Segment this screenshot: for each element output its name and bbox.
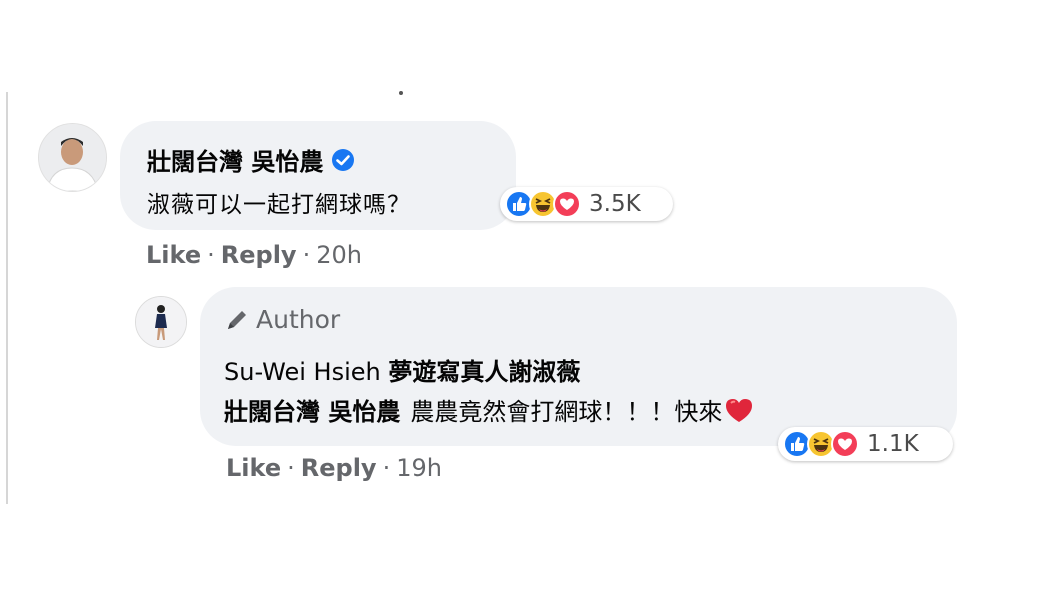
person-avatar-icon xyxy=(136,297,186,347)
reply-link[interactable]: Reply xyxy=(221,241,297,269)
author-badge-label: Author xyxy=(256,305,341,334)
comment-text: 淑薇可以一起打網球嗎？ xyxy=(147,192,411,218)
comment-author-name[interactable]: 壯闊台灣 吳怡農 xyxy=(147,142,323,177)
reply-link[interactable]: Reply xyxy=(301,454,377,482)
person-avatar-icon xyxy=(39,124,106,191)
care-icon xyxy=(831,430,859,458)
thread-divider xyxy=(6,92,8,504)
reply-text-line: 壯闊台灣 吳怡農 農農竟然會打網球！！！快來 xyxy=(224,392,754,427)
like-link[interactable]: Like xyxy=(226,454,281,482)
like-link[interactable]: Like xyxy=(146,241,201,269)
reaction-count: 3.5K xyxy=(589,191,641,217)
timestamp[interactable]: 19h xyxy=(396,454,442,482)
reaction-icons xyxy=(505,190,581,218)
reaction-summary[interactable]: 3.5K xyxy=(500,187,673,221)
author-badge: Author xyxy=(224,305,340,334)
verified-badge-icon xyxy=(332,148,355,171)
separator: · xyxy=(207,241,215,269)
timestamp[interactable]: 20h xyxy=(316,241,362,269)
comment-actions: Like · Reply · 20h xyxy=(146,241,362,269)
comment-author[interactable]: 壯闊台灣 吳怡農 xyxy=(147,142,355,177)
comment-thread: 壯闊台灣 吳怡農 淑薇可以一起打網球嗎？ 3.5K Like · Reply ·… xyxy=(0,0,1060,596)
reply-author[interactable]: Su-Wei Hsieh 夢遊寫真人謝淑薇 xyxy=(224,352,580,387)
reaction-summary[interactable]: 1.1K xyxy=(778,427,953,461)
reply-avatar[interactable] xyxy=(135,296,187,348)
reply-actions: Like · Reply · 19h xyxy=(226,454,442,482)
reaction-count: 1.1K xyxy=(867,431,919,457)
dot xyxy=(399,91,403,95)
separator: · xyxy=(382,454,391,482)
reply-author-page[interactable]: 夢遊寫真人謝淑薇 xyxy=(388,358,580,386)
reply-author-name[interactable]: Su-Wei Hsieh xyxy=(224,358,381,386)
reply-text: 農農竟然會打網球！！！快來 xyxy=(410,398,723,426)
separator: · xyxy=(287,454,295,482)
pencil-icon xyxy=(228,310,246,329)
care-icon xyxy=(553,190,581,218)
separator: · xyxy=(302,241,311,269)
avatar[interactable] xyxy=(38,123,107,192)
red-heart-icon xyxy=(726,398,753,422)
reaction-icons xyxy=(783,430,859,458)
mention-link[interactable]: 壯闊台灣 吳怡農 xyxy=(224,392,400,427)
